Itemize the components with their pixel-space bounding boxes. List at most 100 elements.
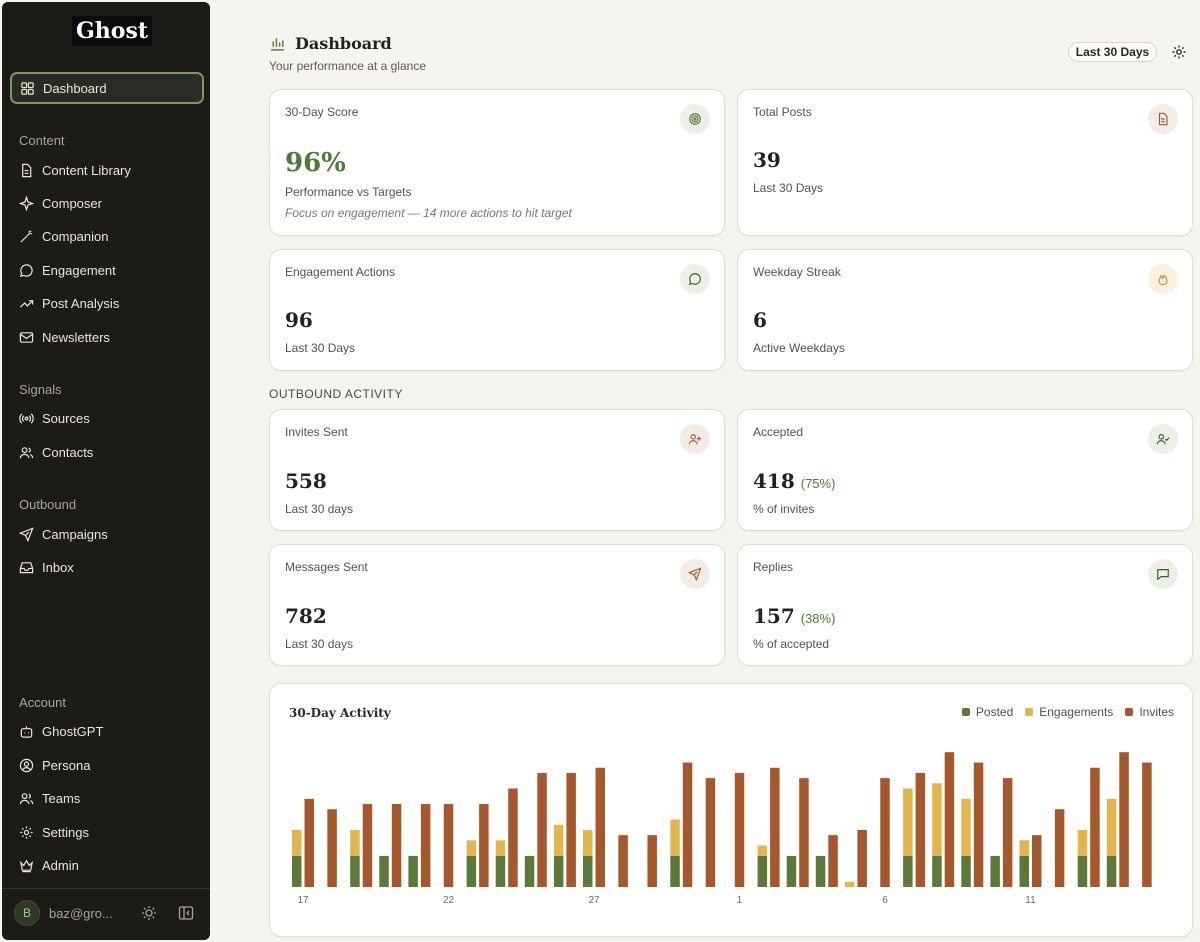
sidebar-item-content-library[interactable]: Content Library: [10, 154, 204, 186]
chat-bubble-icon: [680, 264, 710, 294]
engagement-value: 96: [285, 308, 313, 332]
bar-posted: [583, 855, 593, 887]
user-email[interactable]: baz@gro...: [49, 906, 113, 921]
replies-percent: (38%): [800, 611, 836, 626]
sidebar-item-teams[interactable]: Teams: [10, 782, 204, 814]
bar-invites: [595, 767, 605, 887]
sidebar-item-inbox[interactable]: Inbox: [10, 551, 204, 583]
page-header: Dashboard: [269, 34, 392, 53]
sun-icon[interactable]: [141, 905, 157, 921]
sidebar-item-settings[interactable]: Settings: [10, 816, 204, 848]
x-tick-label: 22: [443, 895, 455, 906]
sidebar-item-sources[interactable]: Sources: [10, 402, 204, 434]
x-tick-label: 6: [882, 895, 888, 906]
sidebar-item-composer[interactable]: Composer: [10, 187, 204, 219]
activity-chart: 17 22 27 1 6 11: [292, 752, 1152, 906]
legend-label: Engagements: [1039, 705, 1114, 719]
sidebar-item-companion[interactable]: Companion: [10, 220, 204, 252]
bar-posted: [990, 855, 1000, 887]
replies-value: 157: [753, 604, 795, 628]
sidebar-item-label: Contacts: [42, 444, 94, 460]
bar-chart-icon: [271, 38, 284, 51]
sidebar-item-ghostgpt[interactable]: GhostGPT: [10, 715, 204, 747]
bar-invites: [734, 772, 745, 887]
bar-posted: [466, 855, 477, 887]
bar-invites: [682, 762, 693, 887]
page-title: Dashboard: [295, 34, 392, 53]
replies-sub: % of accepted: [753, 637, 830, 651]
bar-posted: [815, 855, 826, 887]
gear-icon[interactable]: [1171, 44, 1187, 60]
sidebar-item-label: Campaigns: [42, 526, 108, 542]
bar-invites: [618, 835, 628, 887]
streak-card: Weekday Streak 6 Active Weekdays: [737, 249, 1193, 371]
bar-posted: [495, 855, 506, 887]
bar-engagements: [757, 845, 768, 856]
gear-icon: [20, 825, 33, 839]
messages-value: 782: [285, 604, 327, 628]
bar-invites: [705, 778, 716, 887]
bar-posted: [524, 855, 535, 887]
bar-invites: [537, 772, 547, 887]
inbox-icon: [19, 561, 34, 573]
card-label: Total Posts: [753, 105, 812, 119]
avatar[interactable]: B: [14, 900, 40, 926]
bar-invites: [420, 804, 431, 887]
sidebar-item-post-analysis[interactable]: Post Analysis: [10, 287, 204, 319]
replies-value-row: 157 (38%): [753, 604, 835, 628]
bar-posted: [757, 855, 768, 887]
bar-invites: [880, 778, 890, 887]
bar-engagements: [1106, 798, 1117, 856]
legend-item-posted: Posted: [961, 705, 1013, 719]
sidebar-item-campaigns[interactable]: Campaigns: [10, 518, 204, 550]
sidebar-item-label: Engagement: [42, 262, 116, 278]
bar-engagements: [1077, 829, 1088, 856]
section-label-outbound: OUTBOUND ACTIVITY: [269, 387, 403, 401]
file-icon: [22, 163, 32, 177]
chart-legend: Posted Engagements Invites: [961, 705, 1174, 719]
sidebar-footer-divider: [2, 888, 210, 889]
invites-value: 558: [285, 469, 327, 493]
sidebar-item-label: Companion: [42, 228, 109, 244]
streak-value: 6: [753, 308, 767, 332]
bar-invites: [1054, 809, 1065, 887]
sidebar-item-persona[interactable]: Persona: [10, 749, 204, 781]
bar-engagements: [553, 824, 564, 856]
score-card: 30-Day Score 96% Performance vs Targets …: [269, 89, 725, 236]
sidebar-item-newsletters[interactable]: Newsletters: [10, 321, 204, 353]
bar-invites: [973, 762, 984, 887]
bar-invites: [391, 804, 402, 887]
sidebar-item-label: Admin: [42, 857, 79, 873]
bar-invites: [1090, 767, 1100, 887]
bar-invites: [1142, 762, 1152, 887]
accepted-value-row: 418 (75%): [753, 469, 835, 493]
engagement-sub: Last 30 Days: [285, 341, 356, 355]
bot-icon: [20, 725, 33, 738]
legend-label: Invites: [1139, 705, 1174, 719]
bar-posted: [1077, 855, 1088, 887]
card-label: Accepted: [753, 425, 804, 439]
sparkle-icon: [19, 195, 34, 211]
document-icon: [1148, 104, 1178, 134]
bar-invites: [566, 772, 576, 887]
team-icon: [19, 792, 34, 804]
bar-engagements: [495, 840, 506, 856]
score-note: Focus on engagement — 14 more actions to…: [285, 206, 572, 220]
chart-title: 30-Day Activity: [289, 706, 391, 720]
sidebar-item-admin[interactable]: Admin: [10, 849, 204, 881]
bar-engagements: [670, 819, 680, 856]
sidebar-item-engagement[interactable]: Engagement: [10, 254, 204, 286]
sidebar-item-contacts[interactable]: Contacts: [10, 436, 204, 468]
collapse-sidebar-icon[interactable]: [178, 905, 194, 921]
sidebar-item-label: Post Analysis: [42, 295, 120, 311]
bar-posted: [670, 855, 680, 887]
sidebar-item-label: Settings: [42, 824, 89, 840]
nav-group-content: Content: [19, 133, 65, 148]
card-label: Engagement Actions: [285, 265, 396, 279]
legend-swatch: [1025, 708, 1034, 716]
sidebar-item-dashboard[interactable]: Dashboard: [10, 72, 204, 104]
x-tick-label: 17: [297, 895, 309, 906]
date-range-button[interactable]: Last 30 Days: [1068, 42, 1157, 62]
legend-swatch: [1125, 708, 1134, 716]
bar-posted: [350, 855, 360, 887]
